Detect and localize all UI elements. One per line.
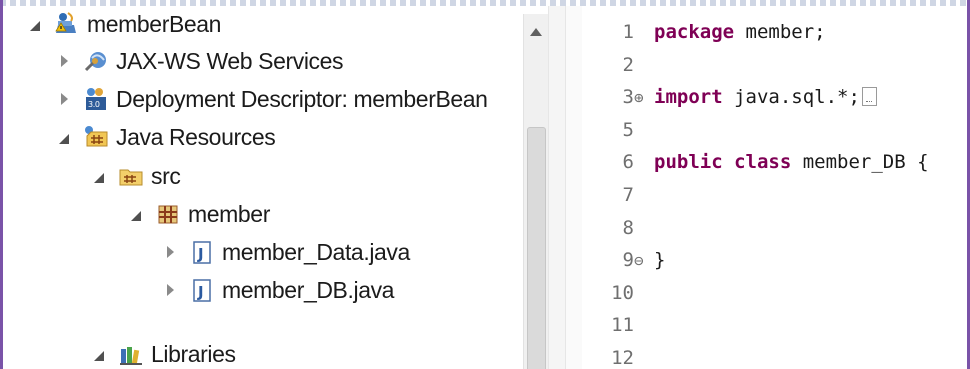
java-file-icon: J <box>189 239 215 265</box>
web-services-icon <box>83 48 109 74</box>
tree-item-label: member <box>188 200 270 227</box>
keyword: package <box>654 21 735 43</box>
keyword: public class <box>654 151 792 174</box>
tree-item-label: Libraries <box>151 340 236 367</box>
expand-toggle[interactable] <box>127 204 145 224</box>
expand-toggle[interactable] <box>55 127 73 147</box>
expand-toggle[interactable] <box>161 242 179 262</box>
line-number: 6 <box>622 151 634 174</box>
code-line[interactable]: 9 ⊖} <box>566 244 666 276</box>
tree-item-label: JAX-WS Web Services <box>116 47 344 74</box>
code-line[interactable]: 11 <box>566 309 654 341</box>
deployment-descriptor-icon: 3.0 <box>83 86 109 112</box>
code-content: member; <box>734 21 826 43</box>
java-file-icon: J <box>189 277 215 303</box>
code-line[interactable]: 7 <box>566 179 654 211</box>
line-number: 5 <box>622 118 634 141</box>
code-line[interactable]: 8 <box>566 212 654 244</box>
expand-toggle[interactable] <box>161 280 179 300</box>
expand-toggle[interactable] <box>55 51 73 71</box>
line-number: 8 <box>622 216 634 239</box>
folded-code-ellipsis-icon[interactable] <box>861 87 877 107</box>
tree-item-label: Deployment Descriptor: memberBean <box>116 85 488 112</box>
code-text: public class member_DB { <box>654 151 929 173</box>
expand-toggle[interactable] <box>26 14 44 34</box>
tree-item-jax-ws-web-services[interactable]: JAX-WS Web Services <box>55 43 344 79</box>
line-number: 7 <box>622 184 634 206</box>
scrollbar-thumb[interactable] <box>527 127 546 369</box>
package-icon <box>155 201 181 227</box>
code-line[interactable]: 2 <box>566 49 654 81</box>
line-number: 10 <box>611 281 634 304</box>
code-line[interactable]: 1 package member; <box>566 16 826 48</box>
libraries-icon <box>118 341 144 367</box>
tree-item-deployment-descriptor[interactable]: 3.0 Deployment Descriptor: memberBean <box>55 81 488 117</box>
code-text: } <box>654 249 665 271</box>
svg-text:J: J <box>197 283 203 301</box>
tree-item-member-data-java[interactable]: J member_Data.java <box>161 234 410 270</box>
tree-item-member-db-java[interactable]: J member_DB.java <box>161 272 394 308</box>
code-line[interactable]: 12 <box>566 342 654 369</box>
svg-text:3.0: 3.0 <box>88 100 100 109</box>
code-line[interactable]: 6 public class member_DB { <box>566 146 929 178</box>
tree-item-member-package[interactable]: member <box>127 196 270 232</box>
code-editor[interactable]: 1 package member; 2 3 ⊕ import java.sql.*; 5 6 p… <box>566 6 967 369</box>
code-content: member_DB { <box>791 151 929 174</box>
project-explorer-tree[interactable]: memberBean JAX-WS Web Services 3.0 Deplo… <box>3 6 548 369</box>
fold-collapse-icon[interactable]: ⊖ <box>634 251 654 270</box>
tree-item-label: member_DB.java <box>222 276 395 303</box>
line-number: 3 <box>622 86 634 109</box>
line-number: 12 <box>611 347 634 369</box>
code-line[interactable]: 5 <box>566 114 654 146</box>
pane-splitter[interactable] <box>548 6 566 369</box>
tree-item-label: src <box>151 162 181 189</box>
tree-item-src[interactable]: src <box>90 158 181 194</box>
code-line[interactable]: 10 <box>566 277 654 309</box>
line-number: 11 <box>611 314 634 337</box>
fold-expand-icon[interactable]: ⊕ <box>634 88 654 107</box>
tree-item-memberbean[interactable]: memberBean <box>26 6 221 42</box>
tree-item-libraries[interactable]: Libraries <box>90 336 236 369</box>
expand-toggle[interactable] <box>90 166 108 186</box>
java-resources-icon <box>83 124 109 150</box>
expand-toggle[interactable] <box>55 89 73 109</box>
line-number: 1 <box>622 21 634 43</box>
scroll-up-arrow-icon[interactable] <box>530 28 542 36</box>
svg-text:J: J <box>197 245 203 263</box>
tree-item-java-resources[interactable]: Java Resources <box>55 119 276 155</box>
keyword: import <box>654 86 723 109</box>
tree-item-label: Java Resources <box>116 123 276 150</box>
line-number: 9 <box>622 249 634 272</box>
tree-item-label: member_Data.java <box>222 238 410 265</box>
project-warning-icon <box>54 11 80 37</box>
code-content: } <box>654 249 666 272</box>
source-folder-icon <box>118 163 144 189</box>
expand-toggle[interactable] <box>90 344 108 364</box>
code-text: import java.sql.*; <box>654 86 877 108</box>
tree-item-label: memberBean <box>87 10 222 37</box>
code-content: java.sql.*; <box>722 86 860 109</box>
tree-vertical-scrollbar[interactable] <box>523 14 548 369</box>
code-line[interactable]: 3 ⊕ import java.sql.*; <box>566 81 877 113</box>
line-number: 2 <box>622 53 634 76</box>
code-text: package member; <box>654 21 826 43</box>
